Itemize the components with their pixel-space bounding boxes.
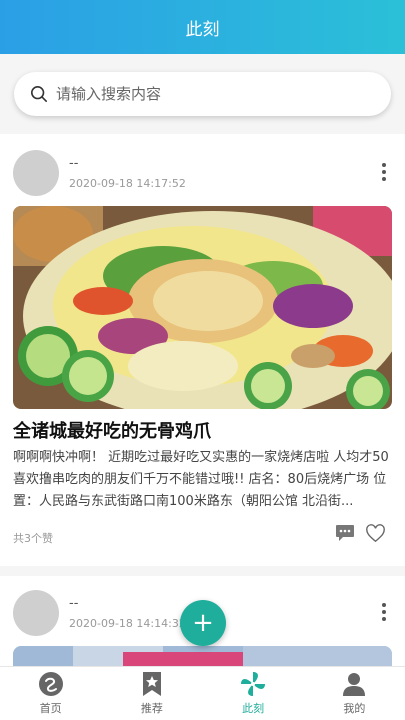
tab-home[interactable]: 首页	[0, 667, 101, 720]
post-username: --	[69, 596, 79, 611]
heart-icon[interactable]	[365, 524, 386, 543]
search-bar[interactable]	[14, 72, 391, 116]
post-username: --	[69, 156, 79, 171]
search-icon	[30, 85, 48, 103]
post-image[interactable]	[13, 206, 392, 409]
more-options-icon[interactable]	[381, 163, 387, 181]
page-title: 此刻	[185, 19, 220, 40]
post-time: 2020-09-18 14:14:32	[69, 617, 186, 630]
home-icon	[38, 672, 63, 696]
post-time: 2020-09-18 14:17:52	[69, 177, 186, 190]
avatar[interactable]	[13, 150, 59, 196]
more-options-icon[interactable]	[381, 603, 387, 621]
search-area	[0, 54, 405, 128]
post-card[interactable]: -- 2020-09-18 14:17:52 全诸城最好吃的无骨鸡爪 啊啊啊快冲…	[0, 134, 405, 566]
post-title[interactable]: 全诸城最好吃的无骨鸡爪	[13, 417, 211, 443]
tab-label: 推荐	[140, 702, 163, 715]
tab-recommend[interactable]: 推荐	[101, 667, 202, 720]
comment-icon[interactable]	[335, 524, 355, 542]
post-body[interactable]: 啊啊啊快冲啊！ 近期吃过最好吃又实惠的一家烧烤店啦 人均才50 喜欢撸串吃肉的朋…	[13, 447, 392, 513]
add-post-button[interactable]: +	[180, 600, 226, 646]
tab-label: 我的	[343, 702, 366, 715]
tab-moment[interactable]: 此刻	[203, 667, 304, 720]
bookmark-star-icon	[142, 672, 161, 696]
tab-mine[interactable]: 我的	[304, 667, 405, 720]
tab-label: 首页	[39, 702, 62, 715]
likes-count: 共3个赞	[13, 532, 53, 545]
person-icon	[343, 673, 366, 696]
app-header: 此刻	[0, 0, 405, 54]
tab-label: 此刻	[242, 702, 265, 715]
search-input[interactable]	[56, 85, 356, 103]
bottom-tab-bar: 首页 推荐 此刻 我的	[0, 666, 405, 720]
avatar[interactable]	[13, 590, 59, 636]
pinwheel-icon	[241, 672, 266, 696]
